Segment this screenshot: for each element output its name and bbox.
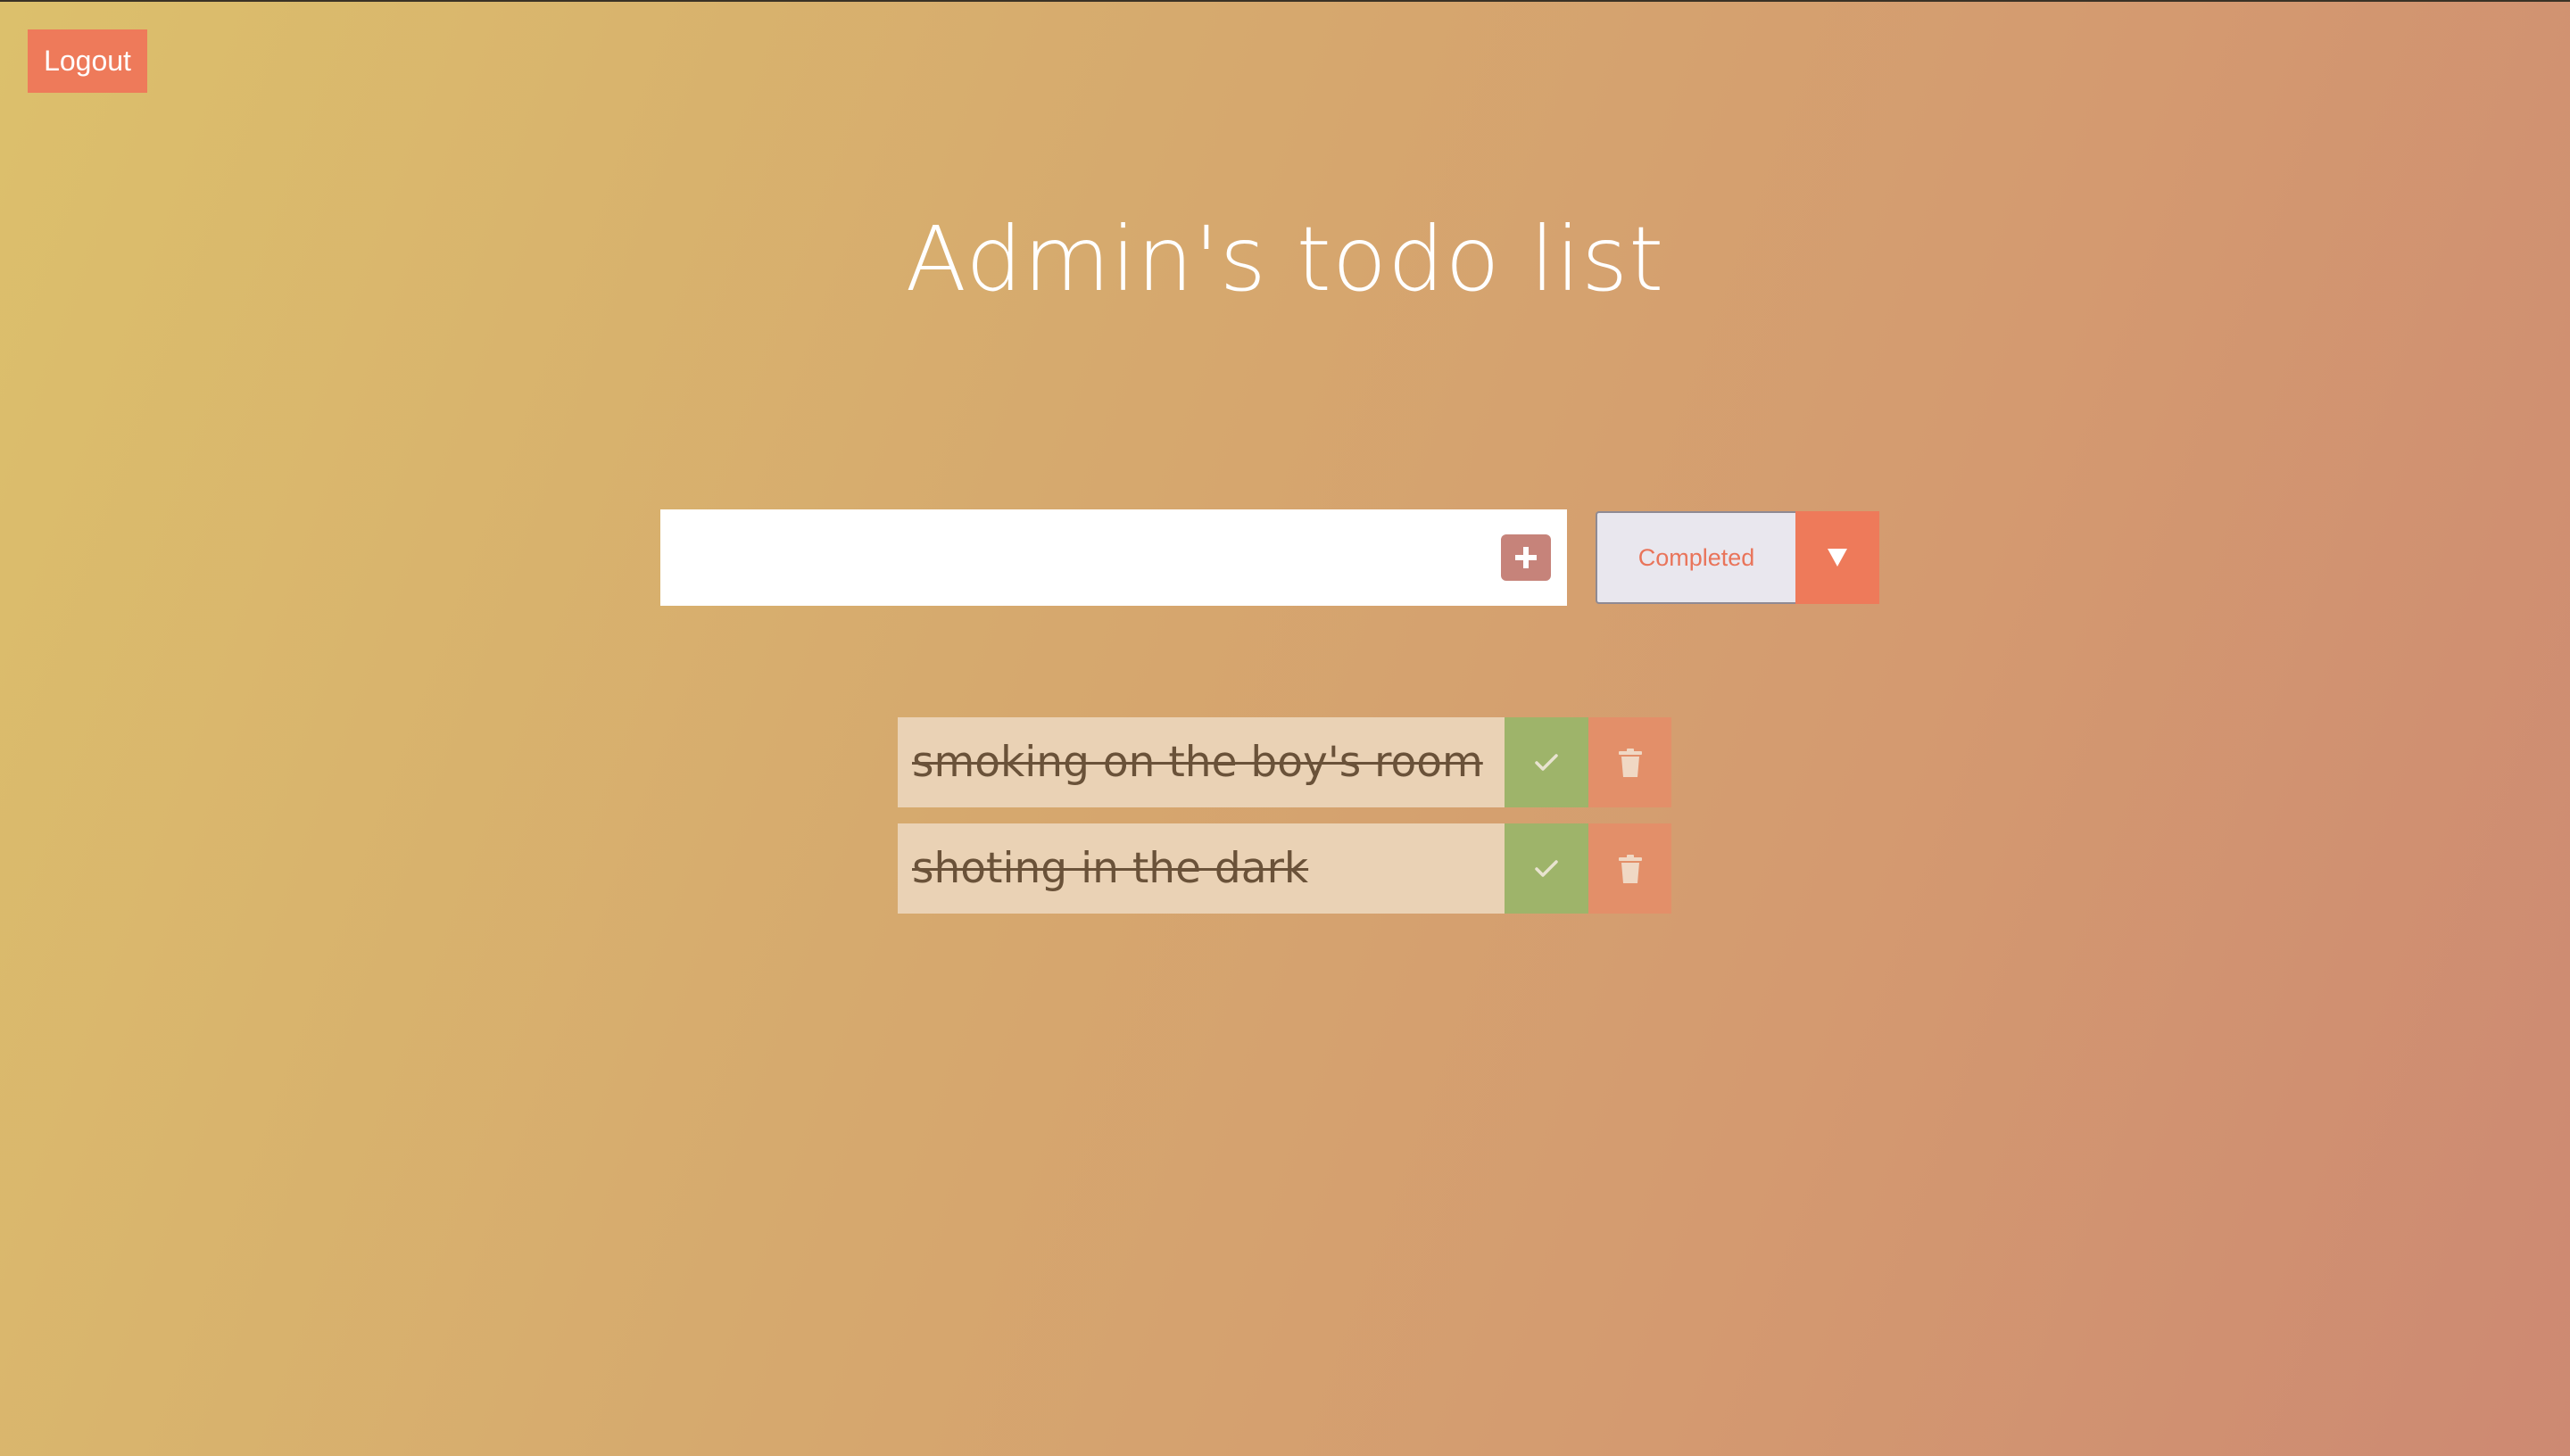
todo-item: smoking on the boy's room	[898, 717, 1671, 807]
trash-icon	[1618, 748, 1642, 777]
filter-selected-value[interactable]: Completed	[1596, 511, 1795, 604]
check-icon	[1534, 859, 1559, 879]
check-icon	[1534, 753, 1559, 773]
logout-button[interactable]: Logout	[28, 29, 147, 93]
complete-button[interactable]	[1505, 717, 1588, 807]
add-todo-button[interactable]	[1501, 534, 1551, 581]
new-todo-input[interactable]	[660, 509, 1481, 606]
trash-icon	[1618, 854, 1642, 883]
complete-button[interactable]	[1505, 823, 1588, 914]
todo-list: smoking on the boy's room shoting in the…	[898, 717, 1671, 930]
delete-button[interactable]	[1588, 823, 1671, 914]
delete-button[interactable]	[1588, 717, 1671, 807]
todo-item: shoting in the dark	[898, 823, 1671, 914]
todo-text: shoting in the dark	[898, 823, 1505, 914]
filter-dropdown-button[interactable]	[1795, 511, 1879, 604]
plus-icon	[1513, 544, 1539, 571]
filter-select[interactable]: Completed	[1596, 511, 1879, 604]
triangle-down-icon	[1828, 549, 1847, 567]
top-border	[0, 0, 2570, 2]
page-title: Admin's todo list	[905, 207, 1665, 311]
todo-text: smoking on the boy's room	[898, 717, 1505, 807]
new-todo-form	[660, 509, 1567, 606]
